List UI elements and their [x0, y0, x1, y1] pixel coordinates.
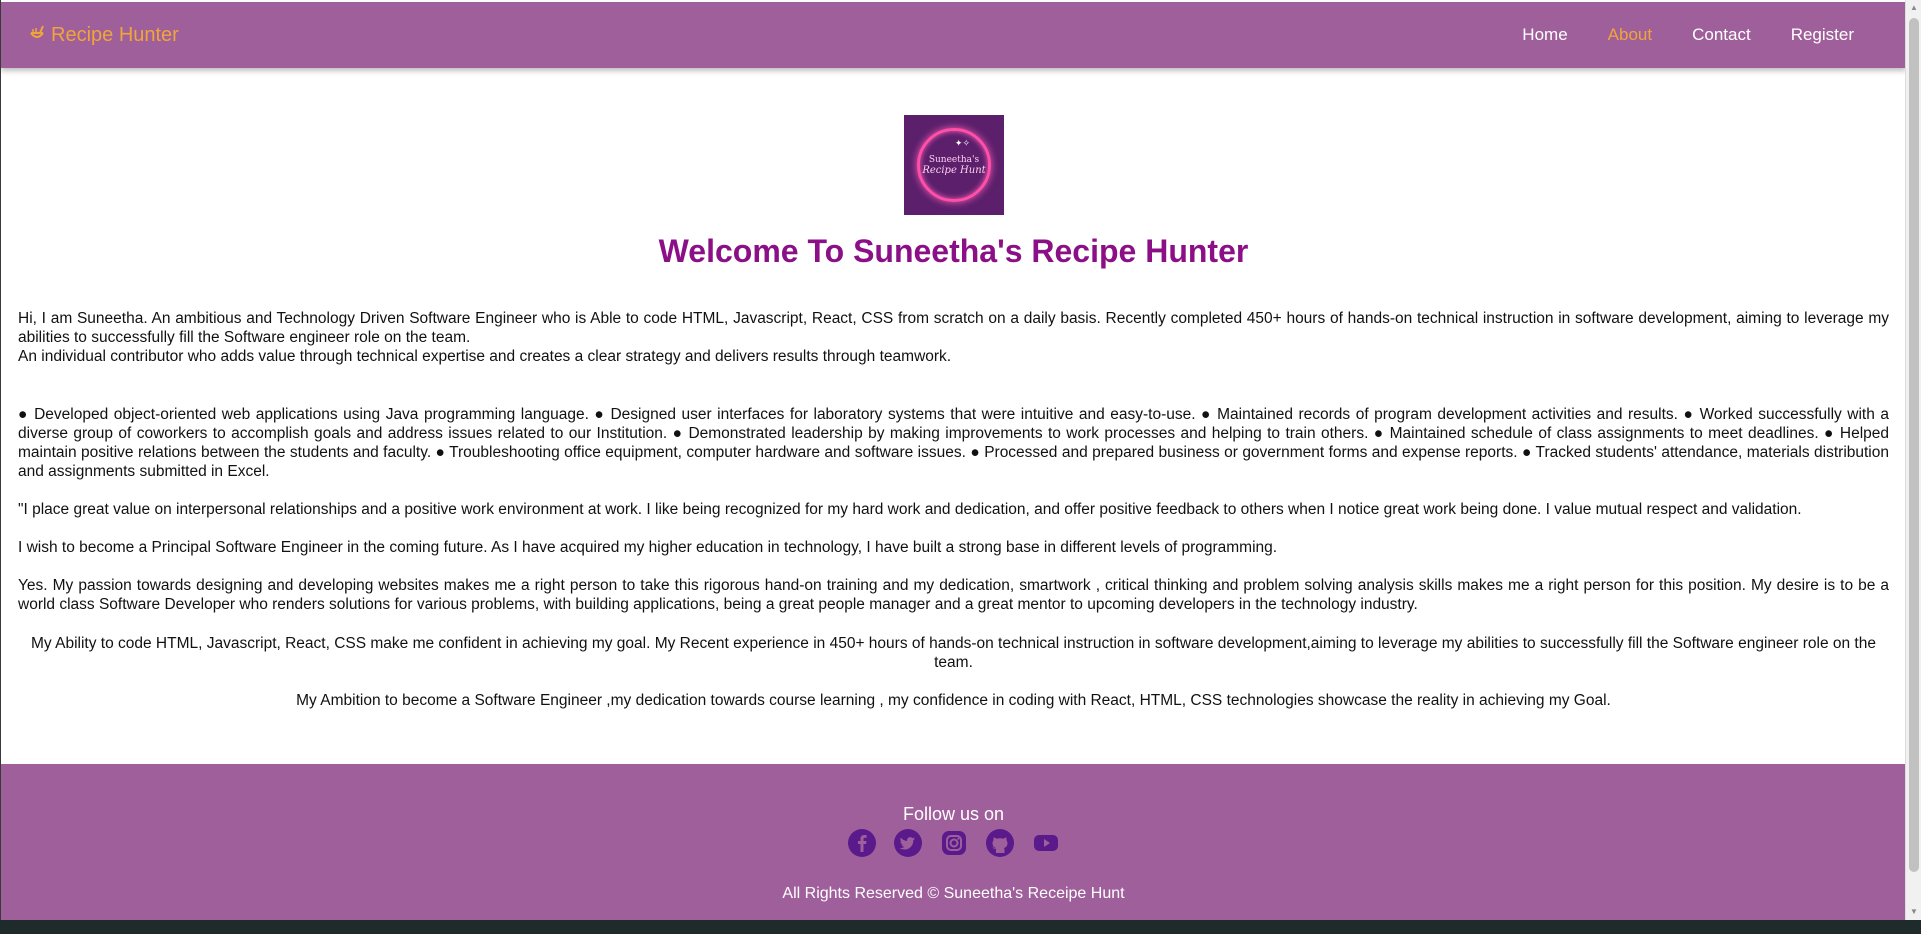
footer: Follow us on All Rights Reserved © Sunee…: [1, 764, 1905, 920]
logo-ring: ✦✧ Suneetha's Recipe Hunt: [917, 128, 991, 202]
browser-viewport: Recipe Hunter Home About Contact Registe…: [0, 0, 1905, 920]
about-content: ✦✧ Suneetha's Recipe Hunt Welcome To Sun…: [1, 68, 1905, 764]
experience-paragraph: ● Developed object-oriented web applicat…: [18, 406, 1889, 480]
copyright-text: All Rights Reserved © Suneetha's Receipe…: [782, 885, 1125, 902]
facebook-icon[interactable]: [847, 828, 877, 858]
nav-links: Home About Contact Register: [1502, 25, 1874, 45]
os-taskbar: [0, 920, 1921, 934]
scroll-up-icon[interactable]: ▲: [1909, 3, 1919, 13]
values-paragraph: "I place great value on interpersonal re…: [18, 501, 1802, 518]
ambition-paragraph: My Ambition to become a Software Enginee…: [296, 692, 1611, 709]
instagram-icon[interactable]: [939, 828, 969, 858]
logo-line-1: Suneetha's: [928, 154, 980, 165]
brand-link[interactable]: Recipe Hunter: [29, 24, 179, 47]
intro-paragraph: Hi, I am Suneetha. An ambitious and Tech…: [18, 309, 1889, 366]
logo-line-2: Recipe Hunt: [922, 164, 986, 176]
whisk-icon: [29, 25, 45, 45]
nav-register[interactable]: Register: [1771, 25, 1874, 45]
page-title: Welcome To Suneetha's Recipe Hunter: [658, 233, 1249, 269]
goal-paragraph: I wish to become a Principal Software En…: [18, 539, 1278, 556]
ability-paragraph: My Ability to code HTML, Javascript, Rea…: [31, 635, 1876, 671]
nav-contact[interactable]: Contact: [1672, 25, 1771, 45]
sparkle-icon: ✦✧: [954, 139, 970, 149]
nav-about[interactable]: About: [1588, 25, 1672, 45]
brand-name: Recipe Hunter: [51, 23, 179, 46]
vertical-scrollbar[interactable]: ▲ ▼: [1905, 0, 1921, 920]
nav-home[interactable]: Home: [1502, 25, 1587, 45]
follow-us-label: Follow us on: [902, 804, 1005, 824]
site-logo: ✦✧ Suneetha's Recipe Hunt: [904, 115, 1004, 215]
navbar: Recipe Hunter Home About Contact Registe…: [1, 2, 1905, 68]
youtube-icon[interactable]: [1031, 828, 1061, 858]
scroll-down-icon[interactable]: ▼: [1909, 907, 1919, 917]
twitter-icon[interactable]: [893, 828, 923, 858]
github-icon[interactable]: [985, 828, 1015, 858]
intro-line-1: Hi, I am Suneetha. An ambitious and Tech…: [18, 310, 1889, 346]
scrollbar-thumb[interactable]: [1909, 18, 1919, 872]
social-links: [1, 828, 1905, 858]
passion-paragraph: Yes. My passion towards designing and de…: [18, 577, 1889, 613]
intro-line-2: An individual contributor who adds value…: [18, 348, 952, 365]
